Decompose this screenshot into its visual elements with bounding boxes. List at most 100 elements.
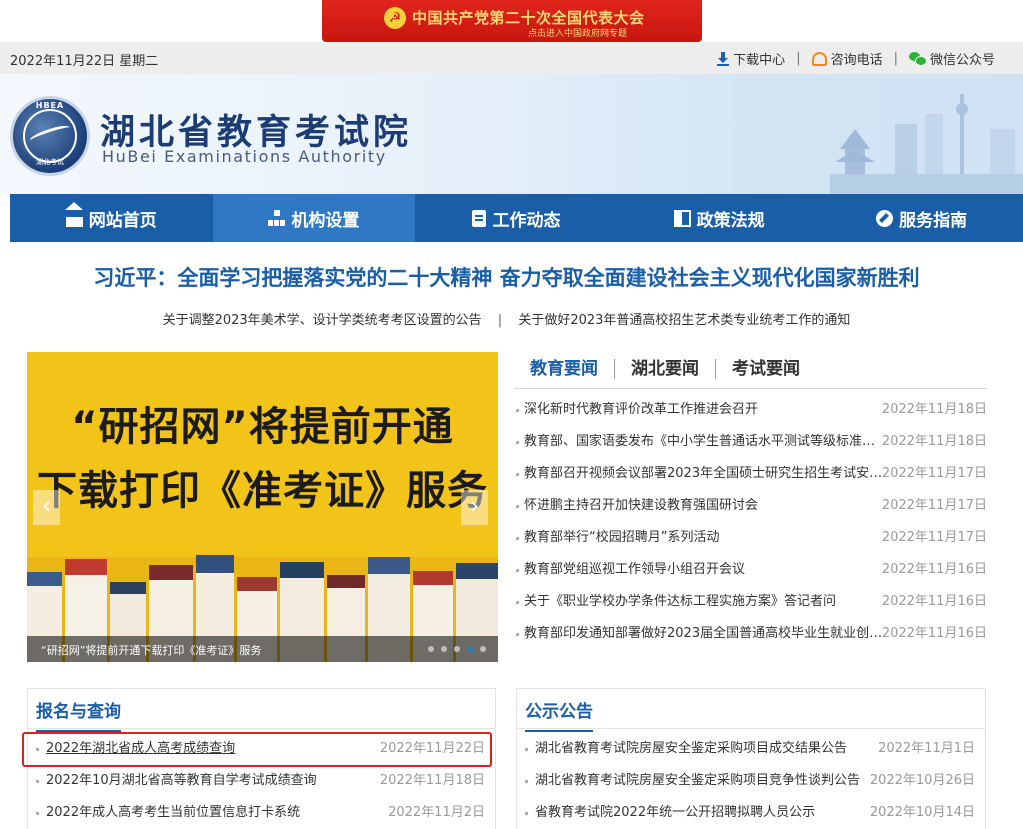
- news-item[interactable]: 教育部党组巡视工作领导小组召开会议 2022年11月16日: [514, 554, 987, 586]
- notice-links: 关于调整2023年美术学、设计学类统考考区设置的公告 | 关于做好2023年普通…: [0, 309, 1013, 328]
- slider-next-button[interactable]: ›: [461, 490, 488, 525]
- home-icon: [64, 201, 83, 227]
- list-item-date: 2022年11月1日: [878, 741, 975, 756]
- party-congress-banner[interactable]: ☭ 中国共产党第二十次全国代表大会 点击进入中国政府网专题: [0, 0, 1023, 42]
- news-date: 2022年11月17日: [881, 498, 987, 513]
- list-item[interactable]: 省教育考试院2022年统一公开招聘拟聘人员公示 2022年10月14日: [517, 797, 985, 829]
- authority-logo[interactable]: HBEA 湖北考试: [10, 96, 90, 176]
- nav-service-guide[interactable]: 服务指南: [820, 194, 1023, 242]
- compass-icon: [876, 209, 894, 227]
- phone-icon: [811, 51, 827, 66]
- slider-dot[interactable]: [454, 646, 460, 652]
- wechat-icon: [908, 52, 927, 66]
- list-item-date: 2022年10月26日: [869, 773, 975, 788]
- news-title[interactable]: 怀进鹏主持召开加快建设教育强国研讨会: [524, 490, 886, 522]
- news-title[interactable]: 教育部举行“校园招聘月”系列活动: [524, 522, 886, 554]
- banner-subtitle: 点击进入中国政府网专题: [528, 29, 628, 39]
- slider-caption[interactable]: “研招网”将提前开通下载打印《准考证》服务: [41, 642, 261, 658]
- list-item-title[interactable]: 2022年成人高考考生当前位置信息打卡系统: [46, 797, 376, 829]
- download-center-link[interactable]: 下载中心: [717, 49, 785, 68]
- news-title[interactable]: 关于《职业学校办学条件达标工程实施方案》答记者问: [524, 586, 886, 618]
- divider: |: [796, 51, 801, 66]
- news-title[interactable]: 教育部党组巡视工作领导小组召开会议: [524, 554, 886, 586]
- slider-prev-button[interactable]: ‹: [33, 490, 60, 525]
- nav-home[interactable]: 网站首页: [10, 194, 213, 242]
- wechat-link[interactable]: 微信公众号: [908, 49, 995, 68]
- news-title[interactable]: 教育部印发通知部署做好2023届全国普通高校毕业生就业创业工作: [524, 618, 886, 650]
- bullet-icon: [36, 812, 39, 815]
- bullet-icon: [525, 748, 528, 751]
- site-subtitle: HuBei Examinations Authority: [102, 147, 387, 166]
- book-icon: [673, 209, 691, 227]
- highlight-box: [22, 732, 492, 767]
- news-date: 2022年11月18日: [881, 434, 987, 449]
- news-item[interactable]: 怀进鹏主持召开加快建设教育强国研讨会 2022年11月17日: [514, 490, 987, 522]
- news-title[interactable]: 教育部、国家语委发布《中小学生普通话水平测试等级标准及测试大纲（试行）》: [524, 426, 886, 458]
- list-item[interactable]: 湖北省教育考试院房屋安全鉴定采购项目成交结果公告 2022年11月1日: [517, 733, 985, 765]
- divider: |: [893, 51, 898, 66]
- main-nav: 网站首页 机构设置 工作动态 政策法规 服务指南: [10, 194, 1023, 242]
- news-title[interactable]: 深化新时代教育评价改革工作推进会召开: [524, 394, 886, 426]
- tab-education-news[interactable]: 教育要闻: [514, 359, 614, 379]
- bullet-icon: [516, 537, 519, 540]
- bullet-icon: [516, 601, 519, 604]
- news-item[interactable]: 教育部印发通知部署做好2023届全国普通高校毕业生就业创业工作 2022年11月1…: [514, 618, 987, 650]
- list-item[interactable]: 2022年成人高考考生当前位置信息打卡系统 2022年11月2日: [28, 797, 495, 829]
- list-item-title[interactable]: 2022年10月湖北省高等教育自学考试成绩查询: [46, 765, 376, 797]
- notice-link[interactable]: 关于调整2023年美术学、设计学类统考考区设置的公告: [163, 313, 482, 328]
- news-item[interactable]: 关于《职业学校办学条件达标工程实施方案》答记者问 2022年11月16日: [514, 586, 987, 618]
- org-icon: [268, 209, 286, 227]
- news-list: 深化新时代教育评价改革工作推进会召开 2022年11月18日 教育部、国家语委发布…: [514, 394, 987, 650]
- tab-exam-news[interactable]: 考试要闻: [715, 359, 816, 379]
- news-date: 2022年11月17日: [881, 466, 987, 481]
- news-item[interactable]: 教育部、国家语委发布《中小学生普通话水平测试等级标准及测试大纲（试行）》2022…: [514, 426, 987, 458]
- nav-organization[interactable]: 机构设置: [212, 194, 416, 242]
- nav-organization-label: 机构设置: [291, 210, 360, 231]
- hotline-link[interactable]: 咨询电话: [811, 49, 883, 68]
- slider-caption-bar: “研招网”将提前开通下载打印《准考证》服务: [27, 636, 498, 662]
- slider-dots: [421, 646, 486, 652]
- news-item[interactable]: 教育部举行“校园招聘月”系列活动 2022年11月17日: [514, 522, 987, 554]
- news-item[interactable]: 教育部召开视频会议部署2023年全国硕士研究生招生考试安全工作 2022年11月1…: [514, 458, 987, 490]
- bullet-icon: [516, 441, 519, 444]
- download-center-label: 下载中心: [733, 53, 786, 68]
- nav-policies[interactable]: 政策法规: [618, 194, 821, 242]
- notice-link[interactable]: 关于做好2023年普通高校招生艺术类专业统考工作的通知: [518, 313, 850, 328]
- list-item-title[interactable]: 省教育考试院2022年统一公开招聘拟聘人员公示: [535, 797, 865, 829]
- list-item-title[interactable]: 湖北省教育考试院房屋安全鉴定采购项目竞争性谈判公告: [535, 765, 865, 797]
- announcements-box: 公示公告 湖北省教育考试院房屋安全鉴定采购项目成交结果公告 2022年11月1日 …: [516, 688, 986, 829]
- top-links: 下载中心 | 咨询电话 | 微信公众号: [717, 49, 995, 68]
- wechat-label: 微信公众号: [929, 53, 995, 68]
- list-item-date: 2022年11月18日: [379, 773, 485, 788]
- list-item[interactable]: 湖北省教育考试院房屋安全鉴定采购项目竞争性谈判公告 2022年10月26日: [517, 765, 985, 797]
- slider-dot[interactable]: [441, 646, 447, 652]
- announcements-heading[interactable]: 公示公告: [525, 697, 593, 732]
- list-item[interactable]: 2022年10月湖北省高等教育自学考试成绩查询 2022年11月18日: [28, 765, 495, 797]
- list-item-title[interactable]: 湖北省教育考试院房屋安全鉴定采购项目成交结果公告: [535, 733, 865, 765]
- bullet-icon: [36, 780, 39, 783]
- current-date: 2022年11月22日 星期二: [10, 54, 159, 69]
- slide-headline-2: 下载打印《准考证》服务: [37, 468, 488, 514]
- logo-bottom-text: 湖北考试: [36, 158, 64, 166]
- registration-heading[interactable]: 报名与查询: [36, 697, 121, 732]
- nav-home-label: 网站首页: [88, 210, 157, 231]
- banner-title: 中国共产党第二十次全国代表大会: [412, 9, 645, 27]
- news-date: 2022年11月17日: [881, 530, 987, 545]
- news-date: 2022年11月16日: [881, 626, 987, 641]
- news-title[interactable]: 教育部召开视频会议部署2023年全国硕士研究生招生考试安全工作: [524, 458, 886, 490]
- slide-headline-1: “研招网”将提前开通: [71, 404, 454, 450]
- tab-hubei-news[interactable]: 湖北要闻: [614, 359, 715, 379]
- bullet-icon: [516, 409, 519, 412]
- featured-slider[interactable]: “研招网”将提前开通 下载打印《准考证》服务 ‹ › “研招网”将提前开通下载打…: [27, 352, 498, 662]
- top-headline[interactable]: 习近平：全面学习把握落实党的二十大精神 奋力夺取全面建设社会主义现代化国家新胜利: [0, 262, 1013, 292]
- nav-work-news-label: 工作动态: [492, 210, 561, 231]
- slider-dot-active[interactable]: [467, 646, 473, 652]
- download-icon: [717, 51, 730, 66]
- news-item[interactable]: 深化新时代教育评价改革工作推进会召开 2022年11月18日: [514, 394, 987, 426]
- news-date: 2022年11月18日: [881, 402, 987, 417]
- logo-top-text: HBEA: [35, 101, 65, 110]
- slider-dot[interactable]: [480, 646, 486, 652]
- nav-work-news[interactable]: 工作动态: [415, 194, 618, 242]
- slider-dot[interactable]: [428, 646, 434, 652]
- site-header: HBEA 湖北考试 湖北省教育考试院 HuBei Examinations Au…: [0, 74, 1023, 194]
